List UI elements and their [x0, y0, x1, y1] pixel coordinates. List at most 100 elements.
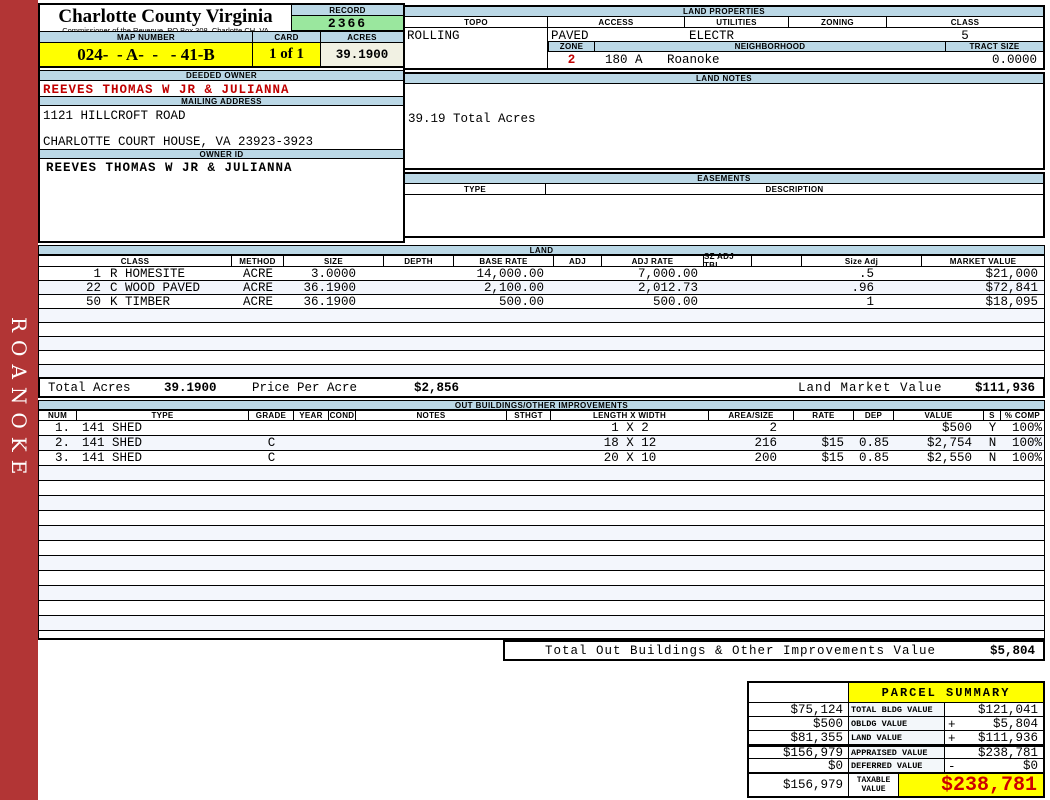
ps-sign: +	[948, 718, 956, 732]
land-base-rate: 500.00	[498, 294, 544, 309]
taxable-label: TAXABLE VALUE	[849, 774, 899, 796]
land-adj-rate: 7,000.00	[637, 266, 698, 281]
address-line2: CHARLOTTE COURT HOUSE, VA 23923-3923	[43, 135, 314, 149]
ps-label: TOTAL BLDG VALUE	[849, 703, 945, 717]
land-class-name: K TIMBER	[110, 294, 171, 309]
county-title: Charlotte County Virginia	[58, 6, 273, 27]
ob-grade: C	[267, 451, 276, 465]
ob-value: $500	[941, 421, 972, 435]
ps-prior-value: $156,979	[749, 746, 849, 760]
ps-value-cell: + $5,804	[945, 716, 1043, 732]
ob-h-num: NUM	[39, 411, 77, 420]
land-method: ACRE	[242, 294, 273, 309]
parcel-summary-panel: PARCEL SUMMARY $75,124 TOTAL BLDG VALUE …	[747, 681, 1045, 798]
ob-h-dep: DEP	[854, 411, 894, 420]
land-adj-rate: 2,012.73	[637, 280, 698, 295]
owner-id-label: OWNER ID	[40, 149, 403, 159]
ps-sign: -	[948, 760, 956, 774]
ob-h-area-size: AREA/SIZE	[709, 411, 794, 420]
land-h-adj: ADJ	[554, 256, 602, 266]
property-record-card: ROANOKE Charlotte County Virginia Commis…	[0, 0, 1050, 800]
ps-value-cell: + $111,936	[945, 731, 1043, 746]
land-size-adj: .5	[858, 266, 874, 281]
ob-rate: $15	[821, 436, 844, 450]
map-number-label: MAP NUMBER	[40, 32, 253, 42]
parcel-summary-row: $156,979 APPRAISED VALUE $238,781	[749, 745, 1043, 760]
ob-dep: 0.85	[858, 451, 889, 465]
neighborhood-code: 180 A	[605, 53, 643, 67]
ob-h-notes: NOTES	[356, 411, 507, 420]
land-market-value: $21,000	[985, 266, 1038, 281]
ob-cond	[329, 436, 356, 450]
parcel-summary-row: $0 DEFERRED VALUE - $0	[749, 758, 1043, 774]
out-building-row: 2. 141 SHED C 18 X 12 216 $15 0.85 $2,75…	[39, 436, 1044, 451]
land-market-value-label: Land Market Value	[798, 381, 943, 395]
ob-num: 3.	[54, 451, 70, 465]
out-building-row: 1. 141 SHED 1 X 2 2 $500 Y 100%	[39, 421, 1044, 436]
tract-size-label: TRACT SIZE	[945, 41, 1043, 52]
land-note: 39.19 Total Acres	[408, 112, 536, 126]
ob-h-year: YEAR	[294, 411, 329, 420]
land-h-method: METHOD	[232, 256, 284, 266]
land-h-sz-adj-tbl: SZ ADJ TBL	[704, 252, 752, 270]
land-h-class: CLASS	[39, 256, 232, 266]
ps-value: $0	[1022, 758, 1038, 773]
ob-dims: 18 X 12	[603, 436, 657, 450]
land-row: 50 K TIMBER ACRE 36.1900 500.00 500.00 1 …	[39, 295, 1044, 309]
ob-h-rate: RATE	[794, 411, 854, 420]
ob-comp: 100%	[1011, 421, 1042, 435]
mailing-address-label: MAILING ADDRESS	[40, 96, 403, 106]
card-value: 1 of 1	[253, 43, 321, 66]
ob-s-flag: N	[988, 451, 997, 465]
card-label: CARD	[253, 32, 321, 42]
land-method: ACRE	[242, 266, 273, 281]
land-class-num: 1	[93, 266, 101, 281]
price-per-acre-value: $2,856	[414, 381, 460, 395]
ob-type: 141 SHED	[82, 436, 143, 450]
ob-dep	[854, 421, 894, 435]
land-row: 22 C WOOD PAVED ACRE 36.1900 2,100.00 2,0…	[39, 281, 1044, 295]
ob-comp: 100%	[1011, 436, 1042, 450]
ob-h-type: TYPE	[77, 411, 249, 420]
ps-label: LAND VALUE	[849, 731, 945, 745]
ps-prior-value: $0	[749, 759, 849, 773]
ob-grade: C	[267, 436, 276, 450]
district-name: ROANOKE	[7, 317, 31, 483]
land-title: LAND	[38, 245, 1045, 255]
owner-block: Charlotte County Virginia Commissioner o…	[38, 3, 405, 243]
land-size: 36.1900	[303, 294, 356, 309]
ps-label: OBLDG VALUE	[849, 717, 945, 731]
total-acres-label: Total Acres	[48, 381, 131, 395]
ob-sthgt	[507, 421, 551, 435]
out-buildings-total-label: Total Out Buildings & Other Improvements…	[545, 644, 937, 658]
record-number: 2366	[291, 16, 403, 31]
land-class-name: C WOOD PAVED	[110, 280, 201, 295]
ob-cond	[329, 421, 356, 435]
out-buildings-header-row: NUM TYPE GRADE YEAR COND NOTES STHGT LEN…	[38, 410, 1045, 421]
acres-label: ACRES	[321, 32, 403, 42]
ps-value: $5,804	[992, 716, 1038, 731]
ob-num: 1.	[54, 421, 70, 435]
land-market-value-total: $111,936	[974, 381, 1035, 395]
easements-panel: EASEMENTS TYPE DESCRIPTION	[403, 172, 1045, 238]
deeded-owner-label: DEEDED OWNER	[40, 70, 403, 81]
ps-value: $121,041	[977, 702, 1038, 717]
out-buildings-title: OUT BUILDINGS/OTHER IMPROVEMENTS	[38, 400, 1045, 410]
price-per-acre-label: Price Per Acre	[252, 381, 358, 395]
ob-h-sthgt: STHGT	[507, 411, 551, 420]
land-total-row: Total Acres 39.1900 Price Per Acre $2,85…	[38, 377, 1045, 398]
easement-description-label: DESCRIPTION	[765, 184, 824, 194]
land-market-value: $72,841	[985, 280, 1038, 295]
easements-title: EASEMENTS	[405, 174, 1043, 184]
land-h-blank	[752, 256, 802, 266]
ob-type: 141 SHED	[82, 421, 143, 435]
ob-notes	[356, 451, 507, 465]
land-rows: 1 R HOMESITE ACRE 3.0000 14,000.00 7,000.…	[38, 267, 1045, 309]
land-class-num: 22	[85, 280, 101, 295]
ob-s-flag: N	[988, 436, 997, 450]
land-method: ACRE	[242, 280, 273, 295]
ob-h-length-width: LENGTH X WIDTH	[551, 411, 709, 420]
class-label: CLASS	[950, 17, 980, 27]
land-adj-rate: 500.00	[652, 294, 698, 309]
ps-label: DEFERRED VALUE	[849, 759, 945, 773]
